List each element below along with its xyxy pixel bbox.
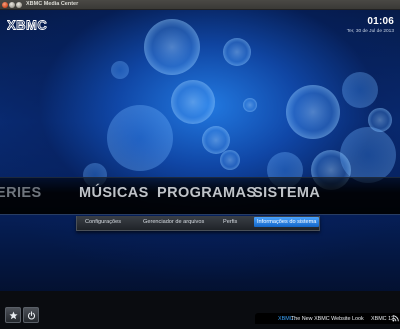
background-bokeh: [83, 19, 396, 190]
menu-item-musicas[interactable]: MÚSICAS: [79, 185, 149, 201]
submenu-item-file-manager[interactable]: Gerenciador de arquivos: [143, 219, 204, 225]
xbmc-logo: XBMC: [7, 18, 47, 32]
submenu-item-system-info[interactable]: Informações do sistema: [254, 217, 320, 227]
title-bar: XBMC Media Center: [0, 0, 400, 10]
window-title: XBMC Media Center: [26, 1, 79, 7]
submenu-item-profiles[interactable]: Perfis: [223, 219, 237, 225]
main-menu: ERIES MÚSICAS PROGRAMAS SISTEMA: [0, 177, 400, 215]
rss-next-headline: XBMC 12: [371, 315, 395, 322]
submenu-item-configuracoes[interactable]: Configurações: [85, 219, 121, 225]
system-submenu: Configurações Gerenciador de arquivos Pe…: [76, 216, 320, 231]
menu-item-series[interactable]: ERIES: [0, 185, 42, 201]
power-button[interactable]: [23, 307, 39, 323]
rss-headline: The New XBMC Website Look: [291, 315, 364, 322]
favourites-button[interactable]: [5, 307, 21, 323]
rss-icon: [392, 315, 399, 322]
xbmc-logo-text: XBMC: [7, 18, 47, 32]
power-icon: [27, 310, 35, 319]
star-icon: [8, 311, 18, 319]
window-maximize-button[interactable]: [16, 1, 22, 8]
date-label: Ter, 30 de Jul de 2013: [346, 29, 394, 34]
window-close-button[interactable]: [2, 1, 8, 8]
clock: 01:06: [367, 16, 394, 27]
menu-item-programas[interactable]: PROGRAMAS: [157, 185, 256, 201]
rss-ticker[interactable]: XBMC: The New XBMC Website Look XBMC 12: [255, 313, 400, 324]
window-minimize-button[interactable]: [9, 1, 15, 8]
menu-item-sistema[interactable]: SISTEMA: [253, 185, 320, 201]
home-screen: XBMC 01:06 Ter, 30 de Jul de 2013: [0, 10, 400, 329]
xbmc-window: XBMC Media Center XBMC 01:06 Ter, 30 de …: [0, 0, 400, 329]
